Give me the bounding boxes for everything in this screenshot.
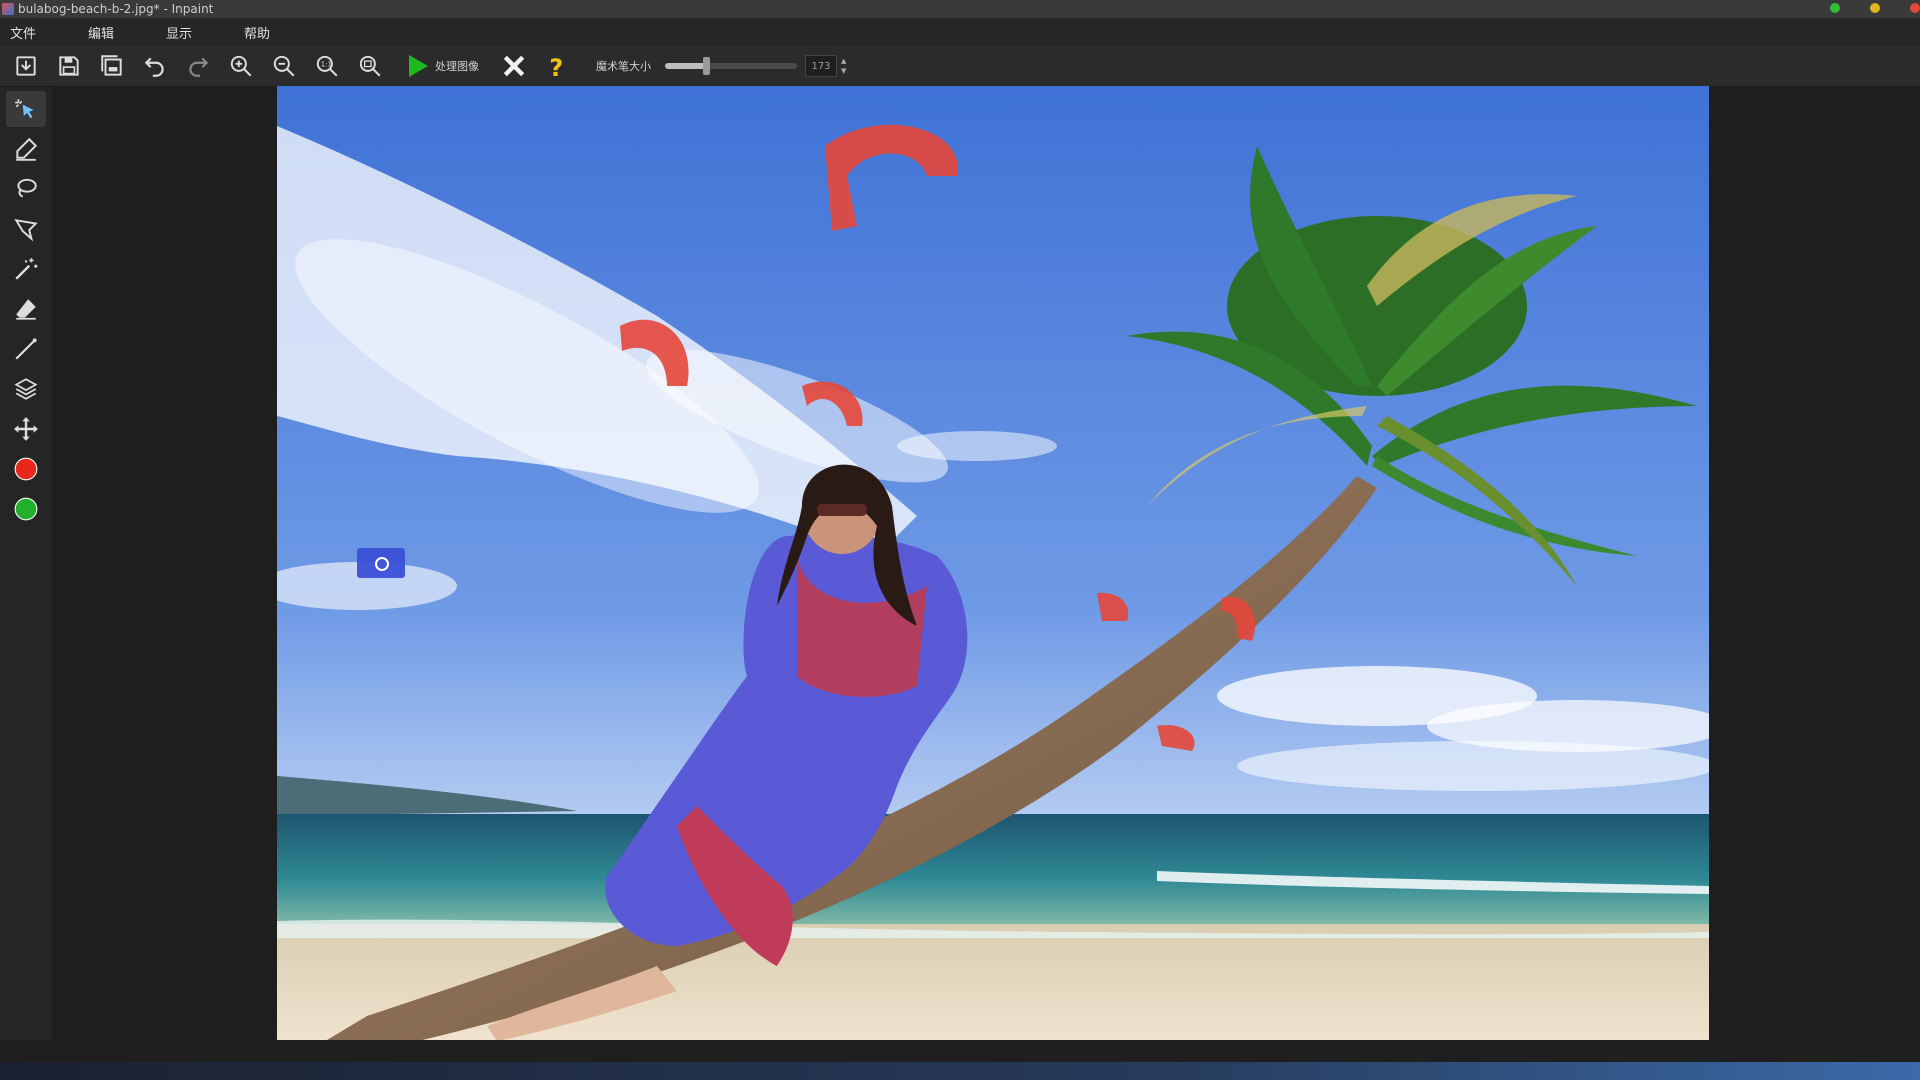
toolbar: 1:1 处理图像 ? 魔术笔大小 173 ▲ ▼ <box>0 46 1920 87</box>
slider-fill <box>665 63 706 69</box>
menu-file[interactable]: 文件 <box>0 23 78 42</box>
app-icon <box>2 3 14 15</box>
save-as-button[interactable] <box>95 49 129 83</box>
layers-icon <box>14 378 38 400</box>
lasso-icon <box>17 178 37 198</box>
eraser-icon <box>16 299 36 320</box>
tool-lasso[interactable] <box>6 171 46 207</box>
tool-remove-mode[interactable] <box>6 451 46 487</box>
tool-smart-select[interactable] <box>6 91 46 127</box>
zoom-in-icon <box>230 55 252 77</box>
image-canvas[interactable] <box>277 86 1709 1041</box>
zoom-in-button[interactable] <box>224 49 258 83</box>
marker-size-slider[interactable] <box>665 57 797 75</box>
redo-icon <box>189 57 209 77</box>
save-icon <box>59 56 79 76</box>
help-button[interactable]: ? <box>540 49 574 83</box>
tool-polygon-lasso[interactable] <box>6 211 46 247</box>
taskbar <box>0 1062 1920 1080</box>
play-icon <box>409 55 428 77</box>
green-mode-icon <box>14 497 38 521</box>
marker-size-spinner[interactable]: ▲ ▼ <box>841 56 851 76</box>
menu-bar: 文件 编辑 显示 帮助 <box>0 18 1920 46</box>
magic-wand-icon <box>15 258 38 280</box>
red-mode-icon <box>14 457 38 481</box>
sea <box>277 814 1709 924</box>
zoom-actual-button[interactable]: 1:1 <box>310 49 344 83</box>
cancel-button[interactable] <box>497 49 531 83</box>
marker-icon <box>16 137 38 161</box>
tool-keep-mode[interactable] <box>6 491 46 527</box>
open-button[interactable] <box>9 49 43 83</box>
zoom-out-icon <box>273 55 295 77</box>
zoom-actual-icon: 1:1 <box>316 55 338 77</box>
menu-view[interactable]: 显示 <box>156 23 234 42</box>
polygon-lasso-icon <box>14 219 38 242</box>
undo-button[interactable] <box>138 49 172 83</box>
svg-text:?: ? <box>549 54 563 79</box>
zoom-out-button[interactable] <box>267 49 301 83</box>
save-as-icon <box>101 55 122 76</box>
process-image-button[interactable]: 处理图像 <box>407 54 479 78</box>
status-bar <box>0 1040 1920 1062</box>
open-icon <box>16 56 36 76</box>
tool-layers[interactable] <box>6 371 46 407</box>
close-icon <box>503 55 525 77</box>
zoom-fit-button[interactable] <box>353 49 387 83</box>
tool-magic-wand[interactable] <box>6 251 46 287</box>
tool-sidebar <box>0 87 52 1040</box>
tool-marker[interactable] <box>6 131 46 167</box>
svg-text:1:1: 1:1 <box>321 60 332 69</box>
close-dot[interactable] <box>1910 3 1920 13</box>
tool-move[interactable] <box>6 411 46 447</box>
help-icon: ? <box>549 54 563 79</box>
tool-eraser[interactable] <box>6 291 46 327</box>
redo-button[interactable] <box>181 49 215 83</box>
tool-line[interactable] <box>6 331 46 367</box>
slider-handle[interactable] <box>702 57 710 75</box>
title-bar: bulabog-beach-b-2.jpg* - Inpaint <box>0 0 1920 18</box>
beach-photo <box>277 86 1709 1041</box>
maximize-dot[interactable] <box>1830 3 1840 13</box>
line-icon <box>15 338 37 360</box>
move-icon <box>14 417 38 441</box>
zoom-fit-icon <box>359 55 381 77</box>
menu-help[interactable]: 帮助 <box>234 23 312 42</box>
window-title: bulabog-beach-b-2.jpg* - Inpaint <box>18 2 214 16</box>
process-image-label: 处理图像 <box>435 60 479 73</box>
undo-icon <box>144 57 164 77</box>
save-button[interactable] <box>52 49 86 83</box>
window-controls <box>1830 3 1920 13</box>
marker-size-label: 魔术笔大小 <box>596 60 651 73</box>
smart-select-icon <box>15 99 34 119</box>
marker-size-input[interactable]: 173 <box>805 55 837 77</box>
minimize-dot[interactable] <box>1870 3 1880 13</box>
menu-edit[interactable]: 编辑 <box>78 23 156 42</box>
